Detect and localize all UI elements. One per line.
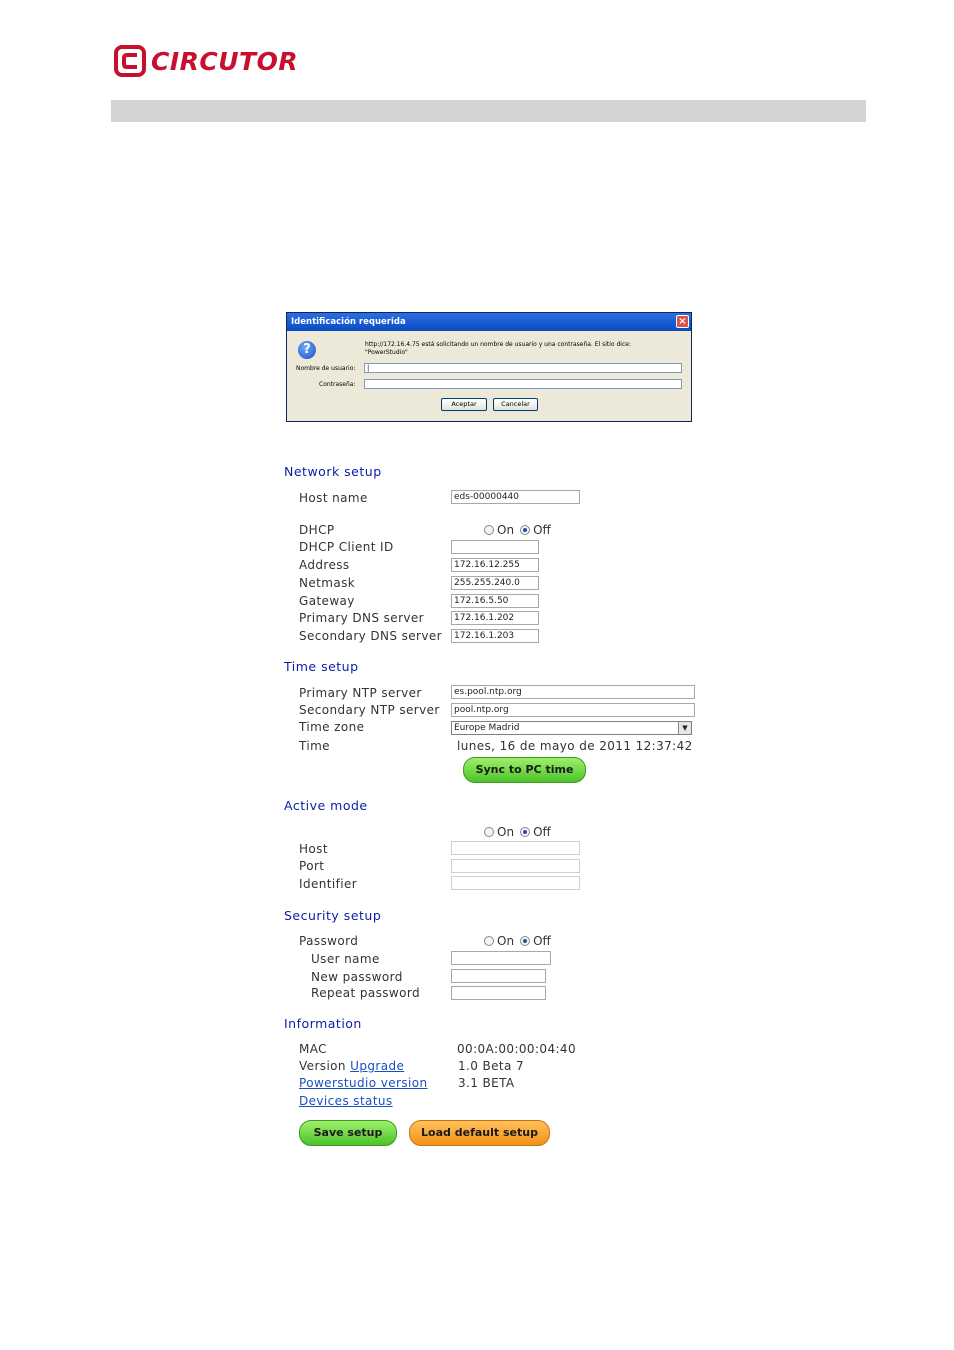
sync-to-pc-time-button[interactable]: Sync to PC time (463, 757, 586, 783)
logo-text: CIRCUTOR (151, 46, 299, 76)
version-row: Version Upgrade (299, 1059, 404, 1073)
dialog-message: http://172.16.4.75 está solicitando un n… (365, 341, 685, 357)
primary-dns-label: Primary DNS server (299, 611, 425, 625)
dhcp-on-label: On (497, 523, 515, 537)
host-name-label: Host name (299, 491, 368, 505)
primary-ntp-label: Primary NTP server (299, 686, 422, 700)
password-input[interactable] (364, 379, 682, 389)
circutor-logo: CIRCUTOR (113, 43, 298, 79)
password-on-radio[interactable] (484, 936, 494, 946)
gateway-label: Gateway (299, 594, 355, 608)
netmask-label: Netmask (299, 576, 356, 590)
dialog-title: Identificación requerida (291, 317, 406, 327)
time-zone-select[interactable]: Europe Madrid ▼ (451, 721, 692, 735)
active-off-radio[interactable] (520, 827, 531, 837)
dhcp-on-radio[interactable] (484, 525, 494, 535)
user-name-label: User name (311, 952, 380, 966)
password-label: Password (299, 934, 359, 948)
dialog-message-line: http://172.16.4.75 está solicitando un n… (365, 341, 631, 348)
cancel-button[interactable]: Cancelar (493, 398, 538, 411)
user-name-input[interactable] (451, 951, 551, 965)
save-setup-button[interactable]: Save setup (299, 1120, 397, 1146)
dhcp-off-radio[interactable] (520, 525, 531, 535)
upgrade-link[interactable]: Upgrade (350, 1059, 404, 1073)
password-radio-group: On Off (484, 934, 557, 948)
time-label: Time (299, 739, 330, 753)
active-host-label: Host (299, 842, 328, 856)
address-label: Address (299, 558, 350, 572)
password-off-radio[interactable] (520, 936, 531, 946)
time-zone-value: Europe Madrid (454, 723, 520, 733)
netmask-input[interactable]: 255.255.240.0 (451, 576, 539, 590)
mac-value: 00:0A:00:00:04:40 (457, 1042, 576, 1056)
powerstudio-version-value: 3.1 BETA (458, 1076, 515, 1090)
close-icon[interactable]: × (676, 315, 689, 328)
secondary-ntp-input[interactable]: pool.ntp.org (451, 703, 695, 717)
repeat-password-input[interactable] (451, 986, 546, 1000)
load-default-setup-button[interactable]: Load default setup (409, 1120, 550, 1146)
mac-label: MAC (299, 1042, 327, 1056)
time-value: lunes, 16 de mayo de 2011 12:37:42 (457, 739, 693, 753)
dialog-titlebar: Identificación requerida × (287, 313, 691, 331)
active-mode-radio-group: On Off (484, 825, 557, 839)
login-dialog: Identificación requerida × ? http://172.… (286, 312, 692, 422)
host-name-input[interactable]: eds-00000440 (451, 490, 580, 504)
dhcp-client-id-label: DHCP Client ID (299, 540, 394, 554)
repeat-password-label: Repeat password (311, 986, 421, 1000)
password-off-label: Off (533, 934, 551, 948)
secondary-dns-label: Secondary DNS server (299, 629, 442, 643)
dhcp-off-label: Off (533, 523, 551, 537)
secondary-ntp-label: Secondary NTP server (299, 703, 440, 717)
secondary-dns-input[interactable]: 172.16.1.203 (451, 629, 539, 643)
active-on-radio[interactable] (484, 827, 494, 837)
information-heading: Information (284, 1016, 362, 1031)
ok-button[interactable]: Aceptar (441, 398, 487, 411)
new-password-label: New password (311, 970, 403, 984)
address-input[interactable]: 172.16.12.255 (451, 558, 539, 572)
active-host-input[interactable] (451, 841, 580, 855)
version-value: 1.0 Beta 7 (458, 1059, 525, 1073)
gateway-input[interactable]: 172.16.5.50 (451, 594, 539, 608)
primary-dns-input[interactable]: 172.16.1.202 (451, 611, 539, 625)
password-on-label: On (497, 934, 515, 948)
active-on-label: On (497, 825, 515, 839)
password-label: Contraseña: (319, 381, 356, 388)
dhcp-radio-group: On Off (484, 523, 557, 537)
network-setup-heading: Network setup (284, 464, 382, 479)
security-setup-heading: Security setup (284, 908, 382, 923)
dialog-message-line: "PowerStudio" (365, 349, 408, 356)
dhcp-label: DHCP (299, 523, 335, 537)
devices-status-link[interactable]: Devices status (299, 1094, 393, 1108)
active-identifier-input[interactable] (451, 876, 580, 890)
circutor-logo-icon (114, 45, 146, 77)
time-zone-label: Time zone (299, 720, 365, 734)
active-port-label: Port (299, 859, 325, 873)
new-password-input[interactable] (451, 969, 546, 983)
time-setup-heading: Time setup (284, 659, 359, 674)
chevron-down-icon[interactable]: ▼ (678, 722, 691, 734)
active-off-label: Off (533, 825, 551, 839)
primary-ntp-input[interactable]: es.pool.ntp.org (451, 685, 695, 699)
question-icon: ? (298, 341, 316, 359)
header-bar (111, 100, 866, 122)
dhcp-client-id-input[interactable] (451, 540, 539, 554)
active-mode-heading: Active mode (284, 798, 368, 813)
username-input[interactable]: | (364, 363, 682, 373)
version-label: Version (299, 1059, 346, 1073)
active-port-input[interactable] (451, 859, 580, 873)
active-identifier-label: Identifier (299, 877, 358, 891)
username-label: Nombre de usuario: (296, 365, 356, 372)
powerstudio-version-link[interactable]: Powerstudio version (299, 1076, 428, 1090)
